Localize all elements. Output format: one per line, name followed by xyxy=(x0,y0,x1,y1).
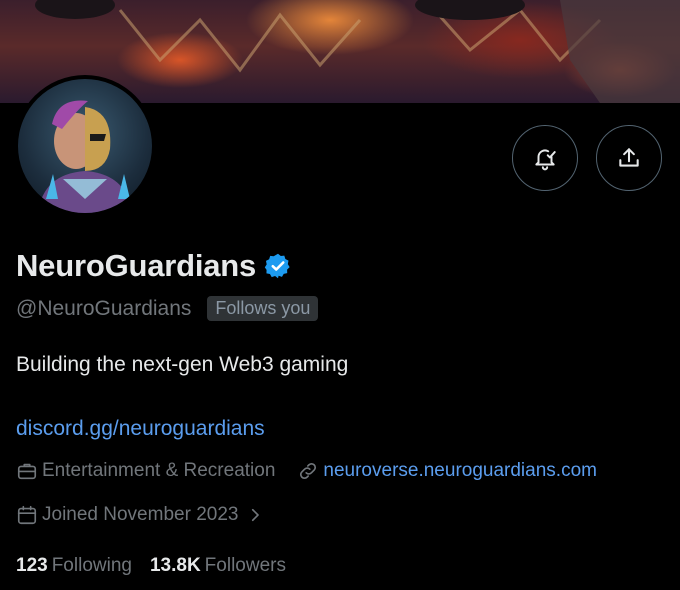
followers-stat[interactable]: 13.8K Followers xyxy=(150,555,286,577)
notification-bell-icon xyxy=(535,149,556,171)
joined-item[interactable]: Joined November 2023 xyxy=(16,504,268,526)
profile-avatar[interactable] xyxy=(14,75,156,217)
followers-count: 13.8K xyxy=(149,555,201,576)
chevron-right-icon xyxy=(252,508,260,522)
following-stat[interactable]: 123 Following xyxy=(16,555,132,577)
share-profile-button[interactable] xyxy=(596,125,662,191)
display-name-row: NeuroGuardians xyxy=(16,248,292,284)
link-icon xyxy=(300,462,317,480)
website-item[interactable]: neuroverse.neuroguardians.com xyxy=(297,460,597,482)
share-icon xyxy=(619,148,639,167)
notification-bell-button[interactable] xyxy=(512,125,578,191)
avatar-image xyxy=(18,79,152,213)
calendar-icon xyxy=(17,505,37,525)
joined-row[interactable]: Joined November 2023 xyxy=(16,504,268,526)
profile-meta-row: Entertainment & Recreation neuroverse.ne… xyxy=(16,460,597,482)
following-label: Following xyxy=(51,555,132,576)
bio-link[interactable]: discord.gg/neuroguardians xyxy=(16,417,265,441)
display-name: NeuroGuardians xyxy=(16,248,257,283)
website-link[interactable]: neuroverse.neuroguardians.com xyxy=(323,460,597,482)
following-count: 123 xyxy=(16,555,48,576)
profile-bio: Building the next-gen Web3 gaming xyxy=(16,353,349,376)
category-item: Entertainment & Recreation xyxy=(16,460,275,482)
follow-stats: 123 Following 13.8K Followers xyxy=(16,555,304,577)
handle-row: @NeuroGuardians Follows you xyxy=(16,296,319,321)
followers-label: Followers xyxy=(204,555,286,576)
joined-date: Joined November 2023 xyxy=(42,504,239,525)
follows-you-badge: Follows you xyxy=(207,296,319,321)
category-label: Entertainment & Recreation xyxy=(42,460,276,481)
username-handle: @NeuroGuardians xyxy=(16,296,192,320)
verified-badge-icon[interactable] xyxy=(264,252,292,280)
briefcase-icon xyxy=(17,463,37,480)
